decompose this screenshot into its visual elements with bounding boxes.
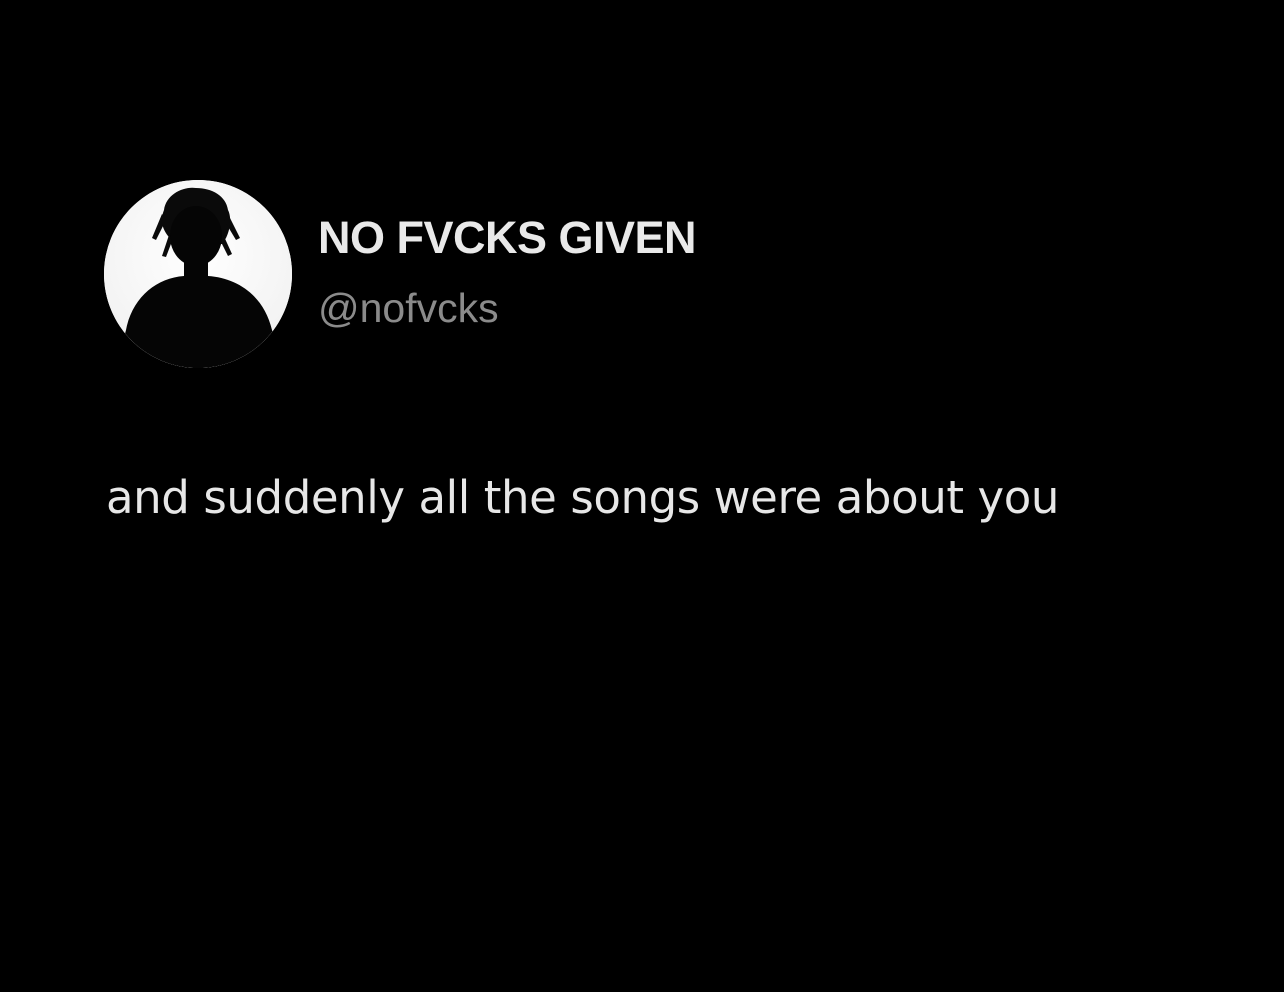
author-handle[interactable]: @nofvcks [318,280,499,336]
silhouette-avatar-icon [104,180,292,368]
profile-avatar[interactable] [104,180,292,368]
tweet-card: NO FVCKS GIVEN @nofvcks and suddenly all… [0,0,1284,992]
author-display-name[interactable]: NO FVCKS GIVEN [318,208,697,268]
screen: NO FVCKS GIVEN @nofvcks and suddenly all… [0,0,1284,992]
tweet-text: and suddenly all the songs were about yo… [106,471,1059,524]
